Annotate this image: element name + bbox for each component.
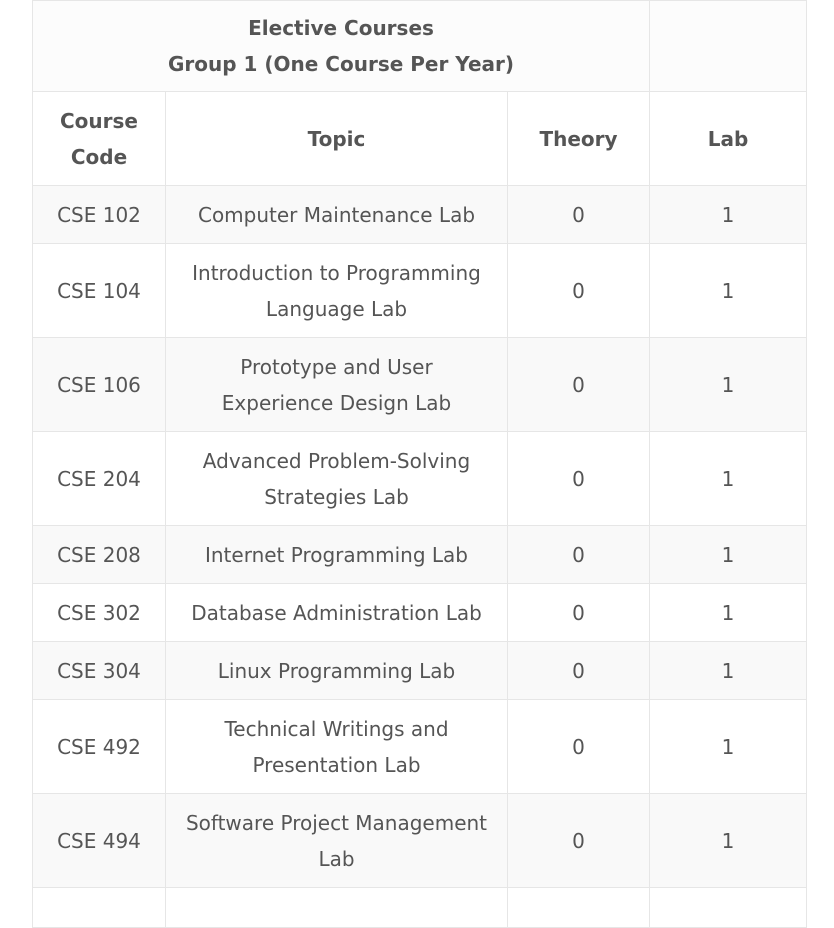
- column-header-code: Course Code: [32, 91, 166, 186]
- table-header: Elective Courses Group 1 (One Course Per…: [31, 0, 808, 186]
- course-code-cell: CSE 104: [32, 243, 166, 338]
- theory-credit-cell: 0: [506, 337, 651, 432]
- course-topic-cell: Database Administration Lab: [165, 583, 508, 642]
- lab-credit-cell: 1: [649, 525, 808, 584]
- course-topic-cell: Computer Maintenance Lab: [165, 185, 508, 244]
- column-header-row: Course Code Topic Theory Lab: [32, 91, 808, 186]
- theory-credit-cell: [506, 887, 651, 928]
- course-topic-cell: Advanced Problem-Solving Strategies Lab: [165, 431, 508, 526]
- table-row: CSE 104 Introduction to Programming Lang…: [32, 243, 808, 338]
- table-body: CSE 102 Computer Maintenance Lab 0 1 CSE…: [32, 185, 808, 928]
- table-row: CSE 106 Prototype and User Experience De…: [32, 337, 808, 432]
- elective-courses-table: Elective Courses Group 1 (One Course Per…: [31, 0, 808, 928]
- course-code-cell: CSE 208: [32, 525, 166, 584]
- lab-credit-cell: 1: [649, 699, 808, 794]
- column-header-topic: Topic: [165, 91, 508, 186]
- lab-credit-cell: 1: [649, 793, 808, 888]
- course-topic-cell: [165, 887, 508, 928]
- table-row: CSE 304 Linux Programming Lab 0 1: [32, 641, 808, 700]
- table-row: CSE 302 Database Administration Lab 0 1: [32, 583, 808, 642]
- group-title: Elective Courses: [248, 16, 434, 40]
- table-row: CSE 102 Computer Maintenance Lab 0 1: [32, 185, 808, 244]
- course-topic-cell: Technical Writings and Presentation Lab: [165, 699, 508, 794]
- table-row: CSE 204 Advanced Problem-Solving Strateg…: [32, 431, 808, 526]
- theory-credit-cell: 0: [506, 431, 651, 526]
- table-row-partial: [32, 887, 808, 928]
- course-code-cell: CSE 302: [32, 583, 166, 642]
- theory-credit-cell: 0: [506, 185, 651, 244]
- theory-credit-cell: 0: [506, 699, 651, 794]
- theory-credit-cell: 0: [506, 641, 651, 700]
- lab-credit-cell: 1: [649, 583, 808, 642]
- course-code-cell: CSE 102: [32, 185, 166, 244]
- theory-credit-cell: 0: [506, 525, 651, 584]
- theory-credit-cell: 0: [506, 583, 651, 642]
- group-header-empty-cell: [649, 0, 808, 92]
- group-header-cell: Elective Courses Group 1 (One Course Per…: [31, 0, 651, 92]
- table-row: CSE 208 Internet Programming Lab 0 1: [32, 525, 808, 584]
- course-topic-cell: Prototype and User Experience Design Lab: [165, 337, 508, 432]
- theory-credit-cell: 0: [506, 243, 651, 338]
- course-code-cell: CSE 304: [32, 641, 166, 700]
- table-row: CSE 492 Technical Writings and Presentat…: [32, 699, 808, 794]
- table-row: CSE 494 Software Project Management Lab …: [32, 793, 808, 888]
- lab-credit-cell: [649, 887, 808, 928]
- course-code-cell: CSE 204: [32, 431, 166, 526]
- elective-courses-table-wrapper: Elective Courses Group 1 (One Course Per…: [31, 0, 808, 928]
- column-header-theory: Theory: [506, 91, 651, 186]
- course-topic-cell: Introduction to Programming Language Lab: [165, 243, 508, 338]
- course-topic-cell: Linux Programming Lab: [165, 641, 508, 700]
- course-topic-cell: Software Project Management Lab: [165, 793, 508, 888]
- lab-credit-cell: 1: [649, 337, 808, 432]
- course-code-cell: CSE 106: [32, 337, 166, 432]
- lab-credit-cell: 1: [649, 641, 808, 700]
- course-code-cell: [32, 887, 166, 928]
- column-header-lab: Lab: [649, 91, 808, 186]
- lab-credit-cell: 1: [649, 185, 808, 244]
- group-subtitle: Group 1 (One Course Per Year): [167, 52, 515, 76]
- course-code-cell: CSE 492: [32, 699, 166, 794]
- group-header-row: Elective Courses Group 1 (One Course Per…: [31, 0, 808, 92]
- course-code-cell: CSE 494: [32, 793, 166, 888]
- course-topic-cell: Internet Programming Lab: [165, 525, 508, 584]
- lab-credit-cell: 1: [649, 431, 808, 526]
- lab-credit-cell: 1: [649, 243, 808, 338]
- theory-credit-cell: 0: [506, 793, 651, 888]
